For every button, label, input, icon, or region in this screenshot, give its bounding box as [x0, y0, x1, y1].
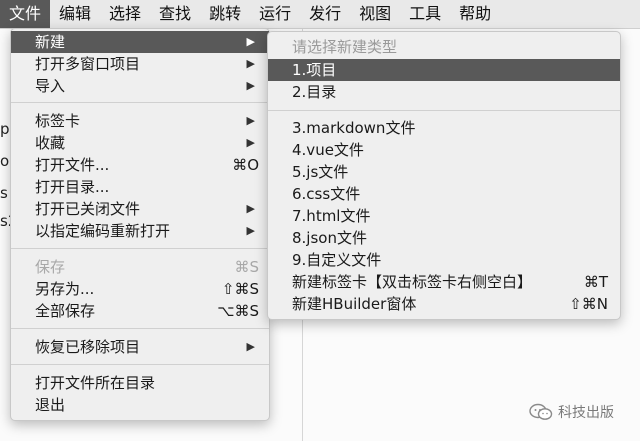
menu-item-restore-removed[interactable]: 恢复已移除项目 ▶ — [11, 336, 269, 358]
menu-item-label: 恢复已移除项目 — [35, 338, 141, 356]
menu-item-new-css[interactable]: 6.css文件 — [268, 183, 620, 205]
menu-item-label: 打开已关闭文件 — [35, 200, 141, 218]
menu-item-label: 另存为... — [35, 280, 95, 298]
submenu-arrow-icon: ▶ — [246, 136, 255, 149]
menu-item-label: 打开目录... — [35, 178, 110, 196]
menu-item-new-js[interactable]: 5.js文件 — [268, 161, 620, 183]
menu-item-save-as[interactable]: 另存为... ⇧⌘S — [11, 278, 269, 300]
menu-item-save-all[interactable]: 全部保存 ⌥⌘S — [11, 300, 269, 322]
menu-item-label: 新建标签卡【双击标签卡右侧空白】 — [292, 273, 533, 291]
new-submenu: 请选择新建类型 1.项目 2.目录 3.markdown文件 4.vue文件 5… — [267, 31, 621, 320]
menu-item-label: 9.自定义文件 — [292, 251, 382, 269]
shortcut-label: ⇧⌘S — [221, 280, 259, 298]
menu-item-label: 收藏 — [35, 134, 66, 152]
menu-edit[interactable]: 编辑 — [50, 0, 100, 28]
menu-run[interactable]: 运行 — [250, 0, 300, 28]
menu-item-label: 导入 — [35, 77, 66, 95]
menu-bar: 文件 编辑 选择 查找 跳转 运行 发行 视图 工具 帮助 — [0, 0, 640, 29]
sidebar-fragment: p — [0, 120, 10, 138]
menu-tools[interactable]: 工具 — [400, 0, 450, 28]
menu-item-reopen-with-encoding[interactable]: 以指定编码重新打开 ▶ — [11, 220, 269, 242]
menu-item-new[interactable]: 新建 ▶ — [11, 31, 269, 53]
menu-item-label: 标签卡 — [35, 112, 81, 130]
menu-item-label: 打开多窗口项目 — [35, 55, 141, 73]
menu-item-new-window[interactable]: 新建HBuilder窗体 ⇧⌘N — [268, 293, 620, 315]
menu-separator — [11, 248, 269, 249]
watermark: 科技出版 — [528, 398, 614, 426]
menu-item-open-containing-dir[interactable]: 打开文件所在目录 — [11, 372, 269, 394]
submenu-arrow-icon: ▶ — [246, 202, 255, 215]
menu-item-new-markdown[interactable]: 3.markdown文件 — [268, 117, 620, 139]
submenu-header: 请选择新建类型 — [268, 36, 620, 58]
menu-separator — [268, 110, 620, 111]
menu-item-new-directory[interactable]: 2.目录 — [268, 81, 620, 103]
menu-select[interactable]: 选择 — [100, 0, 150, 28]
menu-item-label: 新建 — [35, 33, 66, 51]
menu-item-tab[interactable]: 标签卡 ▶ — [11, 110, 269, 132]
submenu-arrow-icon: ▶ — [246, 340, 255, 353]
menu-item-label: 6.css文件 — [292, 185, 361, 203]
menu-separator — [11, 102, 269, 103]
submenu-arrow-icon: ▶ — [246, 57, 255, 70]
sidebar-fragment: s — [0, 184, 8, 202]
menu-separator — [11, 364, 269, 365]
shortcut-label: ⌘O — [232, 156, 259, 174]
menu-item-label: 打开文件... — [35, 156, 110, 174]
menu-item-import[interactable]: 导入 ▶ — [11, 75, 269, 97]
menu-item-new-vue[interactable]: 4.vue文件 — [268, 139, 620, 161]
menu-item-open-directory[interactable]: 打开目录... — [11, 176, 269, 198]
menu-item-label: 4.vue文件 — [292, 141, 364, 159]
menu-item-label: 退出 — [35, 396, 66, 414]
menu-item-label: 7.html文件 — [292, 207, 371, 225]
shortcut-label: ⌥⌘S — [217, 302, 259, 320]
menu-item-open-file[interactable]: 打开文件... ⌘O — [11, 154, 269, 176]
shortcut-label: ⇧⌘N — [569, 295, 608, 313]
submenu-arrow-icon: ▶ — [246, 114, 255, 127]
menu-separator — [11, 328, 269, 329]
menu-item-label: 以指定编码重新打开 — [35, 222, 171, 240]
menu-item-label: 2.目录 — [292, 83, 337, 101]
menu-item-open-multi-window-project[interactable]: 打开多窗口项目 ▶ — [11, 53, 269, 75]
shortcut-label: ⌘T — [583, 273, 608, 291]
menu-goto[interactable]: 跳转 — [200, 0, 250, 28]
menu-item-label: 8.json文件 — [292, 229, 367, 247]
menu-item-quit[interactable]: 退出 — [11, 394, 269, 416]
submenu-arrow-icon: ▶ — [246, 224, 255, 237]
menu-item-save: 保存 ⌘S — [11, 256, 269, 278]
submenu-arrow-icon: ▶ — [246, 79, 255, 92]
shortcut-label: ⌘S — [234, 258, 259, 276]
menu-item-label: 打开文件所在目录 — [35, 374, 156, 392]
menu-item-new-custom[interactable]: 9.自定义文件 — [268, 249, 620, 271]
menu-item-new-json[interactable]: 8.json文件 — [268, 227, 620, 249]
menu-item-new-project[interactable]: 1.项目 — [268, 59, 620, 81]
menu-item-label: 5.js文件 — [292, 163, 349, 181]
menu-item-label: 全部保存 — [35, 302, 96, 320]
watermark-text: 科技出版 — [558, 405, 614, 421]
menu-item-new-tab[interactable]: 新建标签卡【双击标签卡右侧空白】 ⌘T — [268, 271, 620, 293]
menu-item-new-html[interactable]: 7.html文件 — [268, 205, 620, 227]
menu-file[interactable]: 文件 — [0, 0, 51, 28]
submenu-arrow-icon: ▶ — [246, 35, 255, 48]
menu-publish[interactable]: 发行 — [300, 0, 350, 28]
menu-find[interactable]: 查找 — [150, 0, 200, 28]
wechat-icon — [529, 403, 553, 420]
file-menu: 新建 ▶ 打开多窗口项目 ▶ 导入 ▶ 标签卡 ▶ 收藏 ▶ 打开文件... ⌘… — [10, 28, 270, 421]
menu-item-label: 保存 — [35, 258, 66, 276]
menu-item-open-closed-file[interactable]: 打开已关闭文件 ▶ — [11, 198, 269, 220]
menu-view[interactable]: 视图 — [350, 0, 400, 28]
menu-item-label: 3.markdown文件 — [292, 119, 416, 137]
menu-item-label: 1.项目 — [292, 61, 337, 79]
menu-item-favorites[interactable]: 收藏 ▶ — [11, 132, 269, 154]
menu-item-label: 新建HBuilder窗体 — [292, 295, 417, 313]
submenu-header-label: 请选择新建类型 — [292, 38, 398, 56]
menu-help[interactable]: 帮助 — [450, 0, 500, 28]
